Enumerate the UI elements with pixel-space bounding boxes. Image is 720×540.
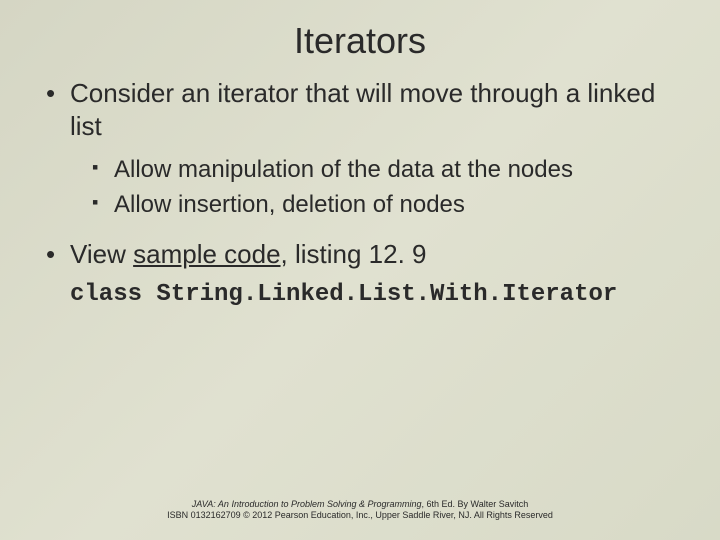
slide-title: Iterators <box>0 0 720 77</box>
bullet-text-post: , listing 12. 9 <box>281 239 427 269</box>
sub-bullet-text: Allow insertion, deletion of nodes <box>114 191 465 218</box>
sub-bullet-list: Allow manipulation of the data at the no… <box>70 154 680 220</box>
slide: Iterators Consider an iterator that will… <box>0 0 720 540</box>
footer-author: , 6th Ed. By Walter Savitch <box>422 499 529 509</box>
footer-book-title: JAVA: An Introduction to Problem Solving… <box>192 499 422 509</box>
footer-isbn: ISBN 0132162709 © 2012 Pearson Education… <box>167 510 553 520</box>
sub-bullet-item: Allow manipulation of the data at the no… <box>70 154 680 185</box>
code-line: class String.Linked.List.With.Iterator <box>40 281 680 308</box>
bullet-list: Consider an iterator that will move thro… <box>40 77 680 271</box>
sub-bullet-text: Allow manipulation of the data at the no… <box>114 156 573 183</box>
sub-bullet-item: Allow insertion, deletion of nodes <box>70 189 680 220</box>
slide-footer: JAVA: An Introduction to Problem Solving… <box>0 499 720 522</box>
bullet-text-pre: View <box>70 239 133 269</box>
bullet-item: View sample code, listing 12. 9 <box>40 238 680 271</box>
bullet-text: Consider an iterator that will move thro… <box>70 78 655 141</box>
sample-code-link[interactable]: sample code <box>133 239 280 269</box>
bullet-item: Consider an iterator that will move thro… <box>40 77 680 220</box>
slide-content: Consider an iterator that will move thro… <box>0 77 720 308</box>
